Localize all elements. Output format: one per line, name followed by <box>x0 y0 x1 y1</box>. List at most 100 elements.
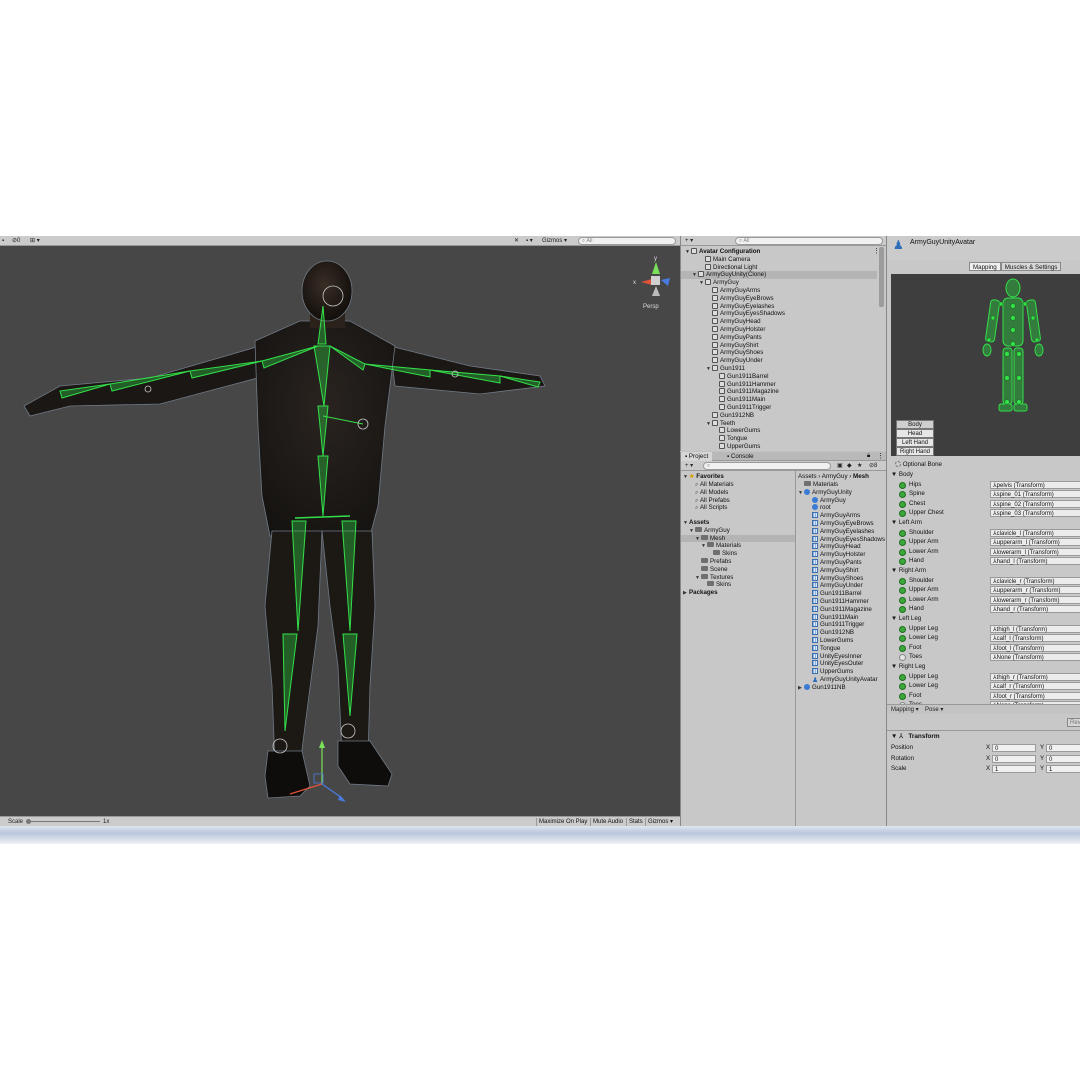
file-item[interactable]: ArmyGuyShoes <box>796 574 863 583</box>
bone-transform-field[interactable]: ⅄calf_l (Transform) <box>990 634 1080 643</box>
x-value-field[interactable]: 0 <box>992 754 1036 763</box>
file-item[interactable]: root <box>796 504 831 512</box>
bone-group-header[interactable]: ▼ Body <box>891 470 913 480</box>
project-menu-icon[interactable]: ⋮ <box>877 452 884 460</box>
file-item[interactable]: ArmyGuyEyeBrows <box>796 520 874 528</box>
bone-transform-field[interactable]: ⅄foot_l (Transform) <box>990 643 1080 652</box>
stats-toggle[interactable]: Stats <box>626 818 645 826</box>
bone-status-icon[interactable] <box>899 558 906 566</box>
bone-transform-field[interactable]: ⅄hand_l (Transform) <box>990 557 1080 566</box>
hierarchy-item[interactable]: Gun1911Magazine <box>681 388 877 396</box>
file-item[interactable]: ArmyGuyPants <box>796 559 862 567</box>
hierarchy-item[interactable]: ArmyGuyEyelashes <box>681 302 877 311</box>
hierarchy-menu-icon[interactable]: ⋮ <box>873 247 880 255</box>
bone-transform-field[interactable]: ⅄None (Transform) <box>990 653 1080 662</box>
asset-folder-item[interactable]: ▼ Mesh <box>681 534 795 543</box>
bone-transform-field[interactable]: ⅄spine_02 (Transform) <box>990 499 1080 508</box>
bone-status-icon[interactable] <box>899 587 906 595</box>
asset-folder-item[interactable]: ▼ Textures <box>681 573 795 582</box>
bone-transform-field[interactable]: ⅄upperarm_l (Transform) <box>990 538 1080 547</box>
hidden-count[interactable]: ⊘8 <box>867 462 879 470</box>
hierarchy-item[interactable]: Gun1911Barrel <box>681 372 877 381</box>
y-value-field[interactable]: 1 <box>1046 765 1080 773</box>
file-item[interactable]: ArmyGuyShirt <box>796 566 859 575</box>
breadcrumb-assets[interactable]: Assets <box>798 473 817 480</box>
pose-dropdown[interactable]: Pose ▾ <box>923 706 945 714</box>
hierarchy-item[interactable]: ArmyGuyArms <box>681 287 877 295</box>
file-item[interactable]: ArmyGuyArms <box>796 512 860 520</box>
favorite-icon[interactable]: ★ <box>855 462 864 470</box>
favorite-item[interactable]: ⌕ All Scripts <box>695 504 727 512</box>
breadcrumb-armyguy[interactable]: ArmyGuy <box>822 473 848 480</box>
file-item[interactable]: Gun1912NB <box>796 629 854 637</box>
bone-status-icon[interactable] <box>899 625 906 633</box>
asset-folder-item[interactable]: Prefabs <box>681 558 795 566</box>
grid-dropdown[interactable]: ⊞ ▾ <box>28 237 42 245</box>
hierarchy-item[interactable]: ArmyGuyShirt <box>681 341 877 350</box>
file-item[interactable]: ArmyGuyHead <box>796 543 861 551</box>
hierarchy-item[interactable]: ArmyGuyShoes <box>681 349 877 357</box>
hierarchy-item[interactable]: ArmyGuyUnder <box>681 357 877 365</box>
project-search-input[interactable]: ⌕ <box>703 462 831 470</box>
asset-folder-item[interactable]: ▶ Packages <box>681 589 795 597</box>
file-item[interactable]: ▼ ArmyGuyUnity <box>796 488 852 497</box>
scene-search-input[interactable]: ⌕ All <box>578 237 676 245</box>
bone-status-icon[interactable] <box>899 635 906 643</box>
hierarchy-scrollbar[interactable] <box>879 247 884 307</box>
hierarchy-item[interactable]: Gun1912NB <box>681 411 877 420</box>
file-item[interactable]: Gun1911Magazine <box>796 605 872 614</box>
hierarchy-item[interactable]: ArmyGuyHolster <box>681 326 877 334</box>
asset-folder-item[interactable]: ▼ ArmyGuy <box>681 526 795 535</box>
file-item[interactable]: ArmyGuyEyelashes <box>796 527 874 536</box>
bone-group-header[interactable]: ▼ Left Arm <box>891 518 922 528</box>
bone-status-icon[interactable] <box>899 539 906 547</box>
bone-transform-field[interactable]: ⅄spine_03 (Transform) <box>990 509 1080 518</box>
bone-transform-field[interactable]: ⅄thigh_l (Transform) <box>990 624 1080 633</box>
gizmos-dropdown[interactable]: Gizmos ▾ <box>540 237 569 245</box>
bone-transform-field[interactable]: ⅄foot_r (Transform) <box>990 691 1080 700</box>
mute-audio-toggle[interactable]: Mute Audio <box>590 818 625 826</box>
file-item[interactable]: ArmyGuyUnder <box>796 582 863 590</box>
bone-status-icon[interactable] <box>899 692 906 700</box>
bone-status-icon[interactable] <box>899 673 906 681</box>
hierarchy-item[interactable]: Gun1911Hammer <box>681 380 877 389</box>
hierarchy-item[interactable]: ▼ Teeth <box>681 419 877 428</box>
bone-status-icon[interactable] <box>899 683 906 691</box>
x-value-field[interactable]: 0 <box>992 744 1036 752</box>
file-item[interactable]: ArmyGuy <box>796 496 846 505</box>
hierarchy-item[interactable]: ▼ ArmyGuy <box>681 279 877 287</box>
hierarchy-item[interactable]: ArmyGuyPants <box>681 333 877 342</box>
bone-group-header[interactable]: ▼ Right Leg <box>891 662 925 672</box>
file-item[interactable]: Gun1911Main <box>796 613 858 622</box>
bone-transform-field[interactable]: ⅄clavicle_l (Transform) <box>990 528 1080 537</box>
file-item[interactable]: Gun1911Trigger <box>796 621 864 629</box>
file-item[interactable]: UnityEyesOuter <box>796 660 863 668</box>
bone-status-icon[interactable] <box>899 491 906 499</box>
fx-toggle[interactable]: ⊘0 <box>10 237 22 245</box>
bone-transform-field[interactable]: ⅄calf_r (Transform) <box>990 682 1080 691</box>
project-create-dropdown[interactable]: + ▾ <box>683 462 695 470</box>
file-item[interactable]: LowerGums <box>796 637 853 645</box>
hierarchy-item[interactable]: ▼ ArmyGuyUnity(Clone) <box>681 271 877 280</box>
bone-status-icon[interactable] <box>899 510 906 518</box>
hierarchy-item[interactable]: Main Camera <box>681 255 877 264</box>
bone-transform-field[interactable]: ⅄pelvis (Transform) <box>990 480 1080 489</box>
camera-dropdown[interactable]: ▪ ▾ <box>524 237 535 245</box>
scale-slider-handle[interactable] <box>26 819 31 824</box>
y-value-field[interactable]: 0 <box>1046 744 1080 752</box>
hierarchy-item[interactable]: ArmyGuyHead <box>681 318 877 326</box>
bone-group-header[interactable]: ▼ Right Arm <box>891 566 926 576</box>
bone-transform-field[interactable]: ⅄thigh_r (Transform) <box>990 672 1080 681</box>
x-value-field[interactable]: 1 <box>992 765 1036 773</box>
bone-transform-field[interactable]: ⅄hand_r (Transform) <box>990 605 1080 614</box>
hierarchy-item[interactable]: ArmyGuyEyeBrows <box>681 294 877 303</box>
file-item[interactable]: Materials <box>796 481 838 489</box>
file-item[interactable]: ♟ ArmyGuyUnityAvatar <box>796 676 878 684</box>
file-item[interactable]: ArmyGuyEyesShadows <box>796 535 885 544</box>
game-gizmos-dropdown[interactable]: Gizmos ▾ <box>645 818 675 826</box>
mapping-dropdown[interactable]: Mapping ▾ <box>889 706 921 714</box>
file-item[interactable]: Gun1911Hammer <box>796 598 869 606</box>
asset-folder-item[interactable]: ▼ Materials <box>681 542 795 550</box>
bone-status-icon[interactable] <box>899 481 906 489</box>
tab-project[interactable]: ▪ Project <box>681 452 713 461</box>
